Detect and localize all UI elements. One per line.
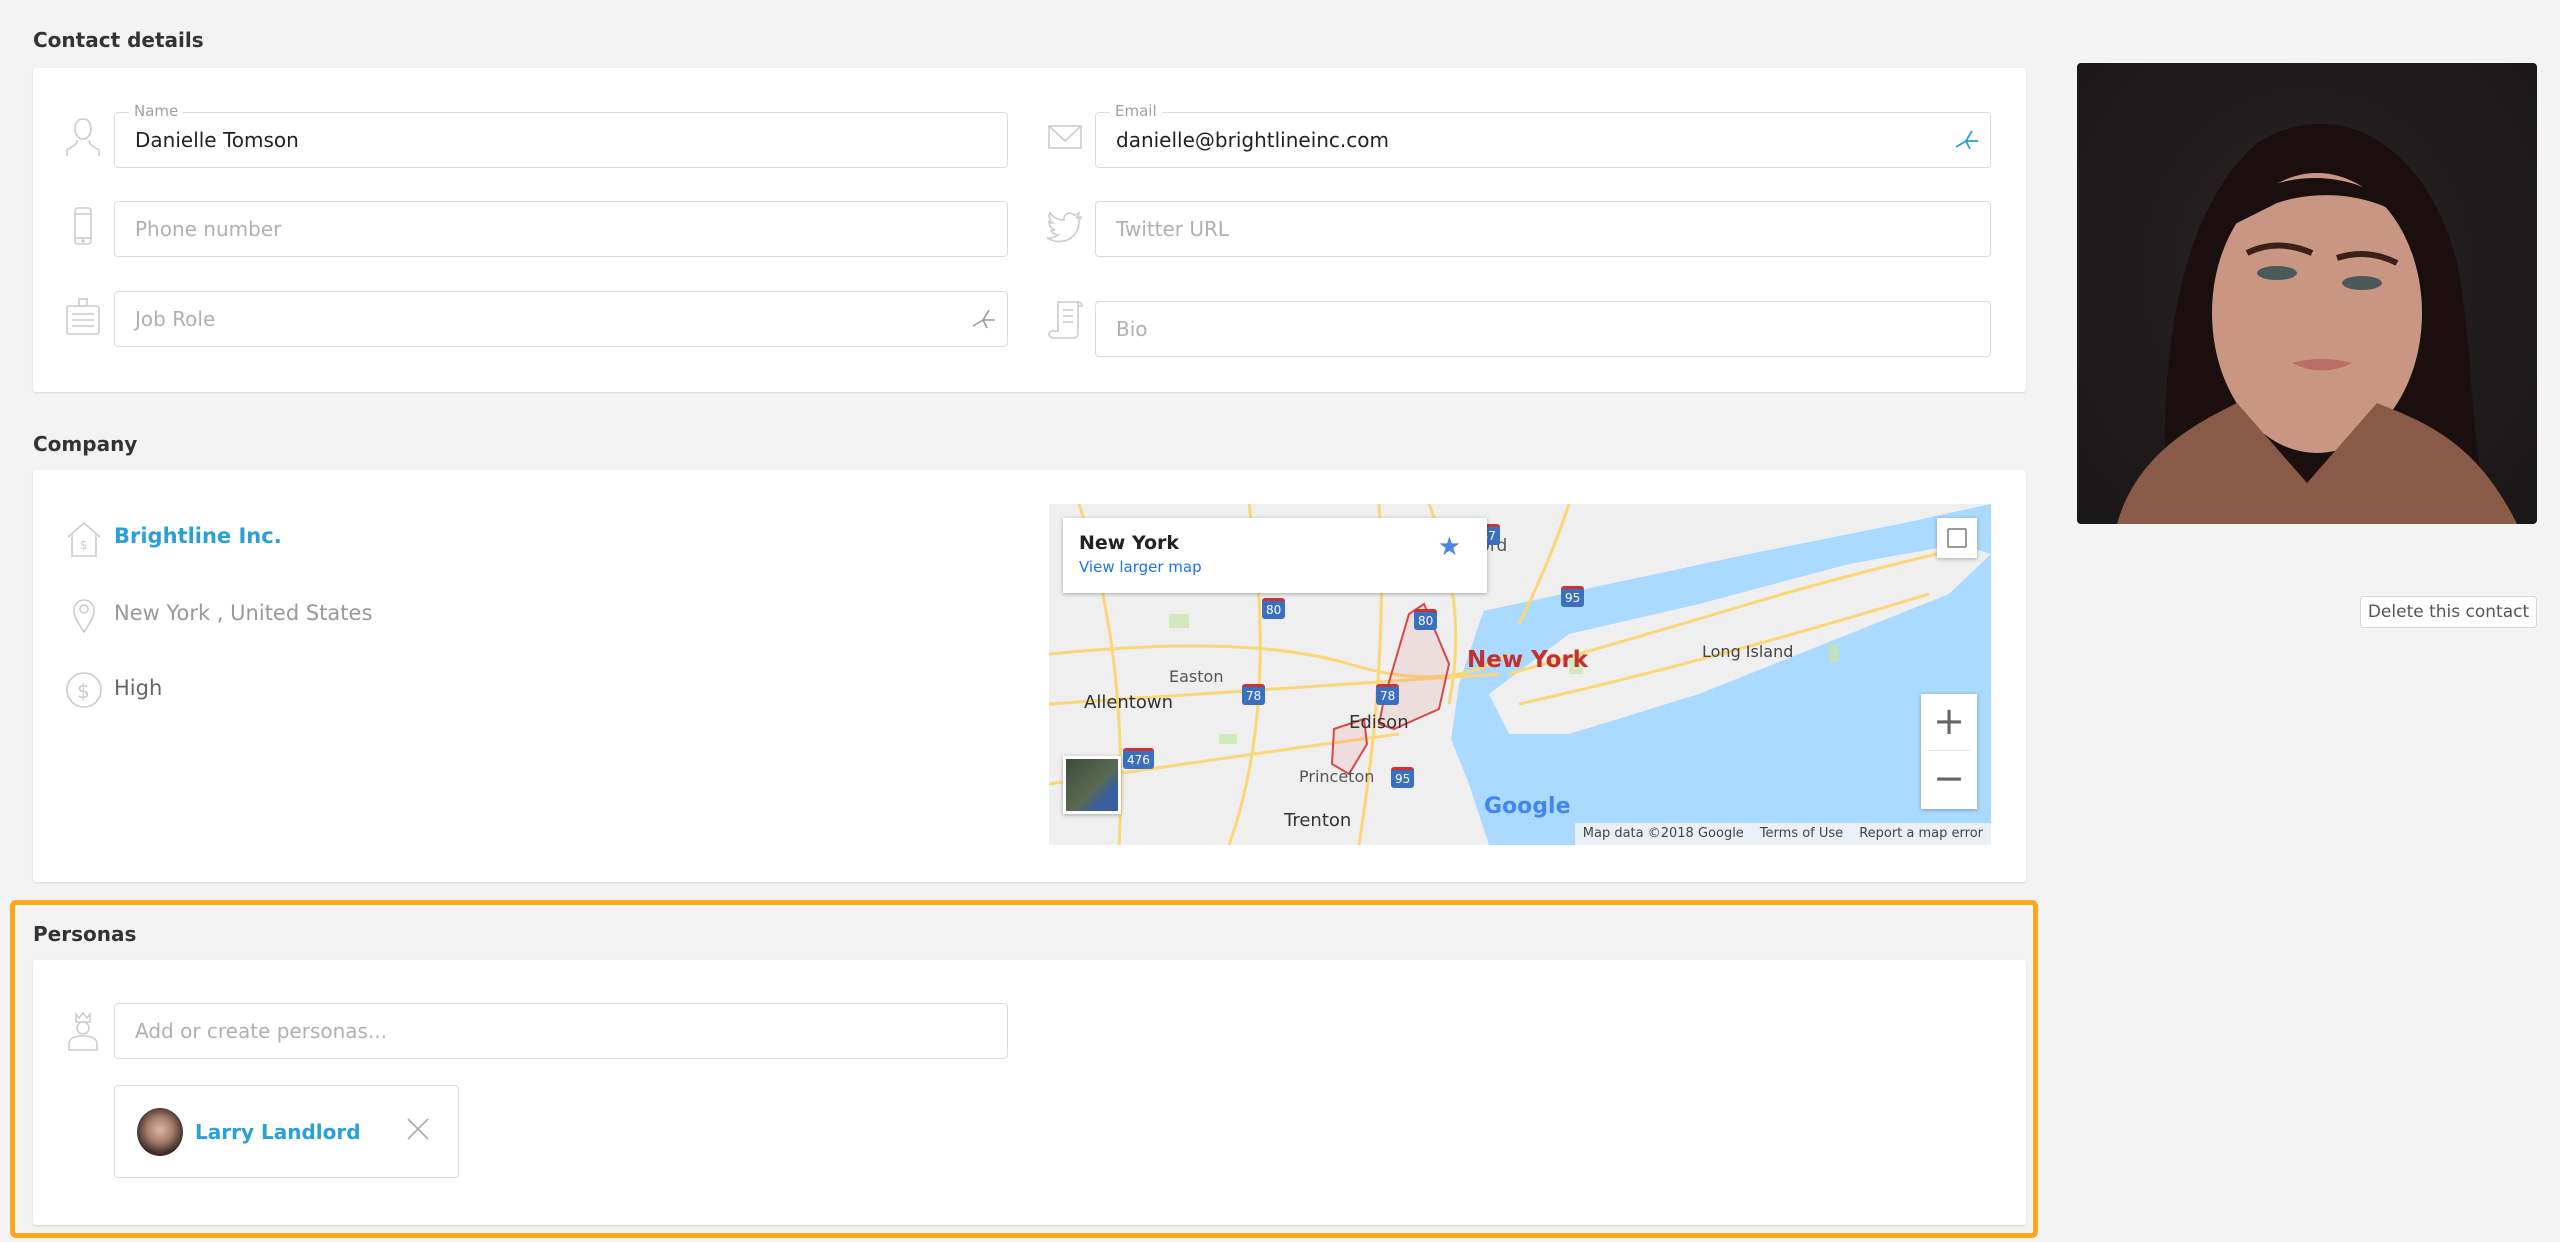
location-pin-icon [64,594,104,634]
map-label-princeton: Princeton [1299,767,1375,786]
persona-king-icon [64,1010,102,1052]
envelope-icon [1046,116,1084,158]
autofill-icon[interactable] [1954,127,1980,153]
zoom-in-button[interactable]: + [1927,694,1971,751]
interstate-shield: 95 [1391,767,1415,788]
map-place-title: New York [1079,532,1180,554]
name-field[interactable]: Name Danielle Tomson [114,102,1008,168]
remove-persona-icon[interactable] [405,1116,431,1142]
company-location: New York , United States [114,601,373,625]
personas-title: Personas [33,922,137,946]
google-logo: Google [1484,794,1571,819]
company-value-tier: High [114,676,163,700]
company-title: Company [33,432,138,456]
interstate-shield: 80 [1414,609,1438,630]
phone-icon [64,205,102,247]
fullscreen-icon [1947,528,1967,548]
bio-placeholder: Bio [1116,317,1148,341]
persona-avatar [137,1108,183,1156]
interstate-shield: 78 [1242,684,1266,705]
zoom-out-button[interactable]: − [1921,751,1977,808]
job-role-field[interactable]: Job Role [114,291,1008,347]
contact-photo[interactable] [2077,63,2537,524]
svg-text:$: $ [77,679,90,703]
persona-name-link[interactable]: Larry Landlord [195,1120,361,1144]
scroll-icon [1046,298,1084,340]
email-value: danielle@brightlineinc.com [1116,128,1389,152]
map-label-new-york: New York [1467,647,1589,673]
terms-of-use-link[interactable]: Terms of Use [1760,826,1843,842]
interstate-shield: 95 [1561,586,1585,607]
name-label: Name [129,102,184,120]
name-value: Danielle Tomson [135,128,299,152]
person-icon [64,116,102,158]
persona-chip: Larry Landlord [114,1085,459,1178]
interstate-shield: 476 [1123,748,1154,769]
map-label-long-island: Long Island [1702,642,1794,661]
report-map-error-link[interactable]: Report a map error [1859,826,1983,842]
job-role-placeholder: Job Role [135,307,216,331]
dollar-circle-icon: $ [64,670,104,710]
autofill-icon[interactable] [971,306,997,332]
map-zoom-controls: + − [1921,694,1977,809]
persona-search-input[interactable]: Add or create personas... [114,1003,1008,1059]
email-field[interactable]: Email danielle@brightlineinc.com [1095,102,1991,168]
briefcase-icon [64,296,102,338]
map-label-trenton: Trenton [1284,810,1352,831]
company-map[interactable]: Stamford New York Long Island Easton All… [1049,504,1991,845]
fullscreen-button[interactable] [1937,518,1977,558]
map-label-easton: Easton [1169,667,1224,686]
interstate-shield: 80 [1262,598,1286,619]
save-star-icon[interactable]: ★ [1438,532,1461,562]
svg-text:$: $ [80,538,88,552]
bio-field[interactable]: Bio [1095,301,1991,357]
map-footer: Map data ©2018 Google Terms of Use Repor… [1574,823,1991,845]
map-info-card: New York View larger map ★ [1063,518,1487,593]
view-larger-map-link[interactable]: View larger map [1079,558,1471,576]
map-label-allentown: Allentown [1084,692,1173,713]
satellite-toggle[interactable] [1063,756,1121,814]
map-data-attribution: Map data ©2018 Google [1582,826,1744,841]
map-label-edison: Edison [1349,712,1409,733]
delete-contact-button[interactable]: Delete this contact [2360,596,2537,628]
contact-details-title: Contact details [33,28,204,52]
company-name-link[interactable]: Brightline Inc. [114,524,282,548]
twitter-placeholder: Twitter URL [1116,217,1230,241]
phone-field[interactable]: Phone number [114,201,1008,257]
interstate-shield: 78 [1376,684,1400,705]
email-label: Email [1110,102,1162,120]
company-house-icon: $ [64,519,104,559]
twitter-field[interactable]: Twitter URL [1095,201,1991,257]
twitter-icon [1046,205,1084,247]
contact-portrait [2117,123,2517,524]
phone-placeholder: Phone number [135,217,282,241]
persona-input-placeholder: Add or create personas... [135,1019,388,1043]
